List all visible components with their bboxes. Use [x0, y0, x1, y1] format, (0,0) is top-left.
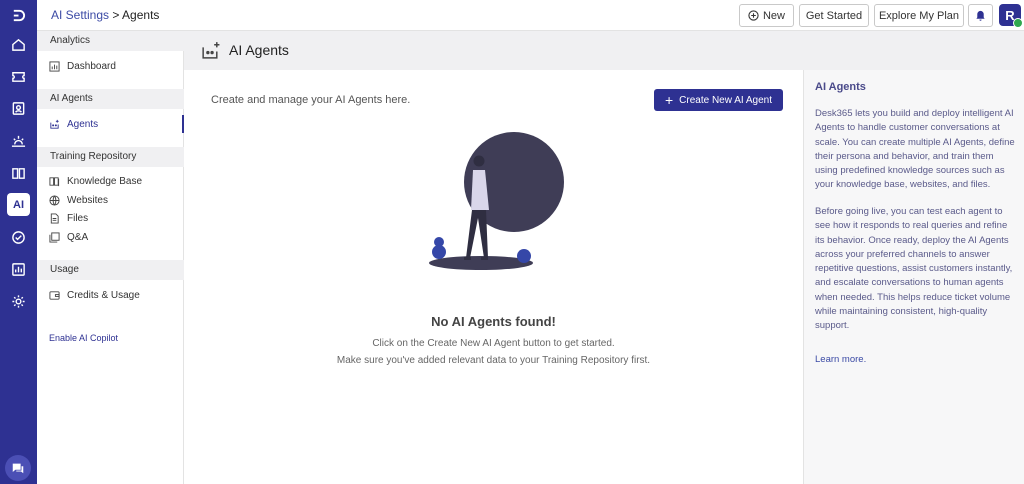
new-button-label: New: [762, 9, 785, 22]
intro-text: Create and manage your AI Agents here.: [211, 94, 411, 106]
agents-content: Create and manage your AI Agents here. +…: [184, 70, 803, 484]
info-paragraph-2: Before going live, you can test each age…: [815, 206, 1013, 332]
enable-ai-copilot-link[interactable]: Enable AI Copilot: [49, 333, 118, 343]
empty-state-title: No AI Agents found!: [431, 314, 556, 329]
contacts-icon[interactable]: [7, 97, 30, 120]
sidebar-item-label: Dashboard: [67, 60, 116, 72]
top-bar: AI Settings > Agents New Get Started Exp…: [37, 0, 1024, 31]
file-icon: [50, 212, 59, 224]
page-title: AI Agents: [229, 42, 289, 58]
get-started-button[interactable]: Get Started: [799, 4, 869, 27]
breadcrumb-ai-settings[interactable]: AI Settings: [51, 8, 109, 22]
agent-icon: [202, 42, 220, 59]
notifications-button[interactable]: [968, 4, 993, 27]
create-agent-button[interactable]: + Create New AI Agent: [654, 89, 783, 111]
breadcrumb-separator: >: [109, 8, 123, 22]
globe-icon: [49, 194, 60, 206]
info-title: AI Agents: [815, 81, 866, 93]
sidebar-item-label: Websites: [67, 194, 108, 206]
icon-rail: AI: [0, 0, 37, 484]
sidebar-section-usage: Usage: [37, 260, 184, 280]
info-paragraph-1: Desk365 lets you build and deploy intell…: [815, 108, 1015, 191]
explore-plan-button[interactable]: Explore My Plan: [874, 4, 964, 27]
new-button[interactable]: New: [739, 4, 794, 27]
tasks-icon[interactable]: [7, 226, 30, 249]
wallet-icon: [49, 290, 60, 300]
ticket-icon[interactable]: [7, 65, 30, 88]
sidebar-item-credits[interactable]: Credits & Usage: [37, 286, 184, 304]
sidebar-item-agents[interactable]: Agents: [37, 115, 184, 133]
sidebar-item-label: Files: [67, 212, 89, 224]
sidebar-item-label: Q&A: [67, 231, 89, 243]
sidebar-item-files[interactable]: Files: [37, 209, 184, 227]
empty-state-line-2: Make sure you've added relevant data to …: [336, 355, 651, 366]
online-status-badge: [1013, 18, 1023, 28]
app-window: AI AI Settings > Agents New Get Started …: [0, 0, 1024, 484]
sidebar-item-label: Agents: [67, 118, 99, 130]
sidebar-item-qa[interactable]: Q&A: [37, 228, 184, 246]
sidebar-item-label: Knowledge Base: [67, 175, 143, 187]
knowledge-icon[interactable]: [7, 162, 30, 185]
create-agent-label: Create New AI Agent: [679, 94, 773, 106]
empty-state-illustration: [429, 132, 564, 270]
sidebar-section-analytics: Analytics: [37, 31, 184, 51]
breadcrumb: AI Settings > Agents: [51, 8, 159, 22]
chat-icon[interactable]: [5, 455, 31, 481]
sidebar-item-dashboard[interactable]: Dashboard: [37, 57, 184, 75]
sunrise-icon[interactable]: [7, 130, 30, 153]
sidebar-item-knowledge-base[interactable]: Knowledge Base: [37, 172, 184, 190]
breadcrumb-current: Agents: [122, 8, 160, 22]
sidebar-section-ai-agents: AI Agents: [37, 89, 184, 109]
sidebar-section-training: Training Repository: [37, 147, 184, 167]
agent-icon: [50, 119, 59, 129]
bell-icon: [976, 10, 985, 21]
settings-icon[interactable]: [7, 290, 30, 313]
plus-icon: +: [664, 92, 674, 108]
ai-icon[interactable]: AI: [7, 193, 30, 216]
reports-icon[interactable]: [7, 258, 30, 281]
learn-more-link[interactable]: Learn more.: [815, 354, 866, 365]
sidebar-item-label: Credits & Usage: [67, 289, 140, 301]
home-icon[interactable]: [7, 33, 30, 56]
info-panel: AI Agents Desk365 lets you build and dep…: [803, 70, 1024, 484]
page-header: AI Agents: [184, 31, 1024, 70]
empty-state-line-1: Click on the Create New AI Agent button …: [372, 338, 615, 349]
logo-icon[interactable]: [7, 4, 30, 27]
plus-circle-icon: [748, 10, 759, 21]
sidebar-item-websites[interactable]: Websites: [37, 191, 184, 209]
settings-sidebar: Analytics Dashboard AI Agents Agents Tra…: [37, 31, 184, 484]
book-icon: [49, 176, 60, 186]
chart-icon: [49, 60, 60, 72]
qa-icon: [49, 231, 60, 243]
